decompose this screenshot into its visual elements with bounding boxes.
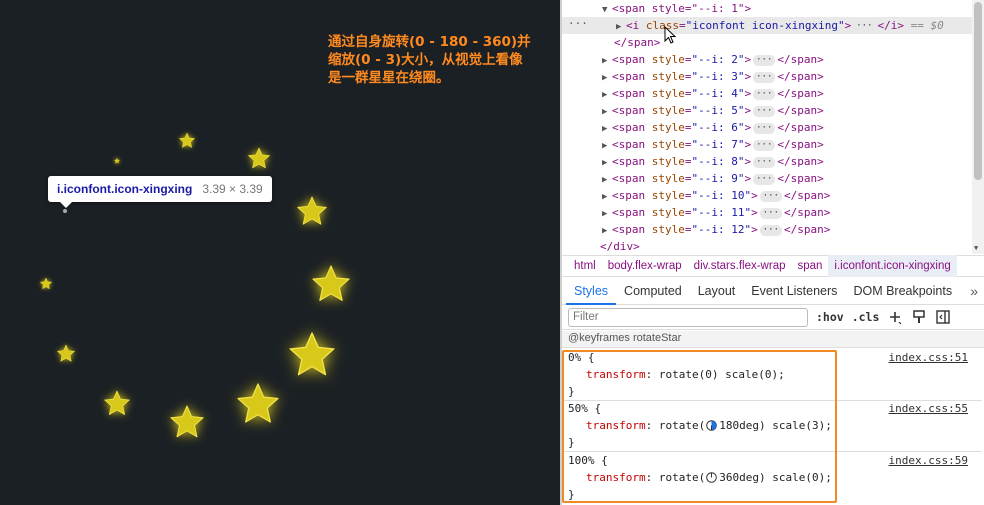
star-icon — [237, 383, 279, 426]
dom-node-span-close[interactable]: </span> — [562, 34, 972, 51]
dom-node-div-close[interactable]: </div> — [562, 238, 972, 254]
div-close-tag: </div> — [600, 240, 640, 253]
span-style-value: --i: 11 — [698, 206, 745, 219]
element-tooltip: i.iconfont.icon-xingxing 3.39 × 3.39 — [48, 176, 272, 208]
dom-node-i-selected[interactable]: ▶ <i class="iconfont icon-xingxing"> ··· </… — [562, 17, 972, 34]
star-icon — [179, 132, 195, 149]
dom-node-span-sibling[interactable]: ▶ <span style="--i: 6"> ··· </span> — [562, 119, 972, 136]
ellipsis-icon[interactable]: ··· — [759, 224, 782, 236]
mouse-cursor-icon — [664, 26, 677, 44]
breadcrumb-div-stars[interactable]: div.stars.flex-wrap — [688, 255, 792, 277]
ellipsis-icon[interactable]: ··· — [759, 207, 782, 219]
span-style-value: --i: 2 — [698, 53, 738, 66]
class-value: "iconfont icon-xingxing" — [685, 19, 845, 32]
paint-brush-icon[interactable] — [911, 309, 927, 325]
span-style-value: --i: 8 — [698, 155, 738, 168]
more-tabs-icon[interactable]: » — [970, 283, 978, 299]
breadcrumb: html body.flex-wrap div.stars.flex-wrap … — [562, 255, 984, 277]
ellipsis-icon[interactable]: ··· — [753, 139, 776, 151]
ellipsis-icon[interactable]: ··· — [753, 54, 776, 66]
more-options-icon[interactable]: ··· — [568, 17, 588, 30]
dom-node-span-sibling[interactable]: ▶ <span style="--i: 12"> ··· </span> — [562, 221, 972, 238]
dom-node-span-sibling[interactable]: ▶ <span style="--i: 10"> ··· </span> — [562, 187, 972, 204]
toggle-sidebar-icon[interactable] — [935, 309, 951, 325]
ellipsis-icon[interactable]: ··· — [759, 190, 782, 202]
span-style-value: --i: 10 — [698, 189, 745, 202]
span-style-value: --i: 6 — [698, 121, 738, 134]
highlight-box — [562, 350, 837, 503]
star-icon — [170, 405, 204, 440]
dom-node-span-sibling[interactable]: ▶ <span style="--i: 8"> ··· </span> — [562, 153, 972, 170]
i-close-tag: </i> — [877, 19, 904, 32]
ellipsis-icon[interactable]: ··· — [753, 173, 776, 185]
scrollbar-thumb[interactable] — [974, 2, 982, 180]
cls-button[interactable]: .cls — [852, 310, 880, 324]
span-style-value: --i: 5 — [698, 104, 738, 117]
star-icon — [114, 157, 120, 164]
star-icon — [312, 265, 350, 304]
ellipsis-icon[interactable]: ··· — [753, 122, 776, 134]
dom-node-span-sibling[interactable]: ▶ <span style="--i: 2"> ··· </span> — [562, 51, 972, 68]
ellipsis-icon[interactable]: ··· — [853, 20, 876, 32]
breadcrumb-i-selected[interactable]: i.iconfont.icon-xingxing — [828, 255, 957, 277]
highlighted-element — [63, 209, 67, 213]
annotation-line-2: 缩放(0 - 3)大小，从视觉上看像 — [328, 52, 523, 68]
selected-marker: == $0 — [910, 19, 944, 32]
dom-node-span-sibling[interactable]: ▶ <span style="--i: 9"> ··· </span> — [562, 170, 972, 187]
scroll-down-icon[interactable]: ▼ — [974, 244, 978, 252]
source-link[interactable]: index.css:51 — [889, 349, 968, 366]
ellipsis-icon[interactable]: ··· — [753, 105, 776, 117]
tab-computed[interactable]: Computed — [616, 278, 690, 305]
star-icon — [40, 277, 52, 290]
filter-bar: :hov .cls — [562, 305, 984, 330]
animation-preview: 通过自身旋转(0 - 180 - 360)并 缩放(0 - 3)大小，从视觉上看… — [0, 0, 560, 505]
tab-event-listeners[interactable]: Event Listeners — [743, 278, 845, 305]
source-link[interactable]: index.css:59 — [889, 452, 968, 469]
star-icon — [289, 332, 335, 379]
dom-node-span-1[interactable]: ▼ <span style="--i: 1"> — [562, 0, 972, 17]
keyframes-header: @keyframes rotateStar — [562, 331, 984, 348]
span-style-value: --i: 12 — [698, 223, 745, 236]
filter-input[interactable] — [568, 307, 808, 327]
dom-node-span-sibling[interactable]: ▶ <span style="--i: 4"> ··· </span> — [562, 85, 972, 102]
star-icon — [57, 344, 75, 363]
ellipsis-icon[interactable]: ··· — [753, 88, 776, 100]
dom-node-span-sibling[interactable]: ▶ <span style="--i: 7"> ··· </span> — [562, 136, 972, 153]
dom-tree[interactable]: ▼ <span style="--i: 1"> ▶ <i class="iconfo… — [562, 0, 972, 254]
sidebar-tabs: Styles Computed Layout Event Listeners D… — [562, 278, 984, 305]
span-close-tag: </span> — [614, 36, 661, 49]
star-icon — [248, 147, 270, 170]
dom-scrollbar[interactable]: ▼ — [972, 0, 984, 254]
span-open-tag: <span style="--i: 1"> — [612, 2, 752, 15]
span-style-value: --i: 4 — [698, 87, 738, 100]
i-open-tag: <i — [626, 19, 640, 32]
tooltip-selector: i.iconfont.icon-xingxing — [57, 182, 193, 196]
annotation-line-3: 是一群星星在绕圈。 — [328, 70, 450, 86]
star-icon — [297, 196, 327, 227]
tab-styles[interactable]: Styles — [566, 278, 617, 305]
annotation-line-1: 通过自身旋转(0 - 180 - 360)并 — [328, 34, 531, 50]
tab-layout[interactable]: Layout — [690, 278, 744, 305]
ellipsis-icon[interactable]: ··· — [753, 156, 776, 168]
breadcrumb-html[interactable]: html — [568, 255, 602, 277]
hov-button[interactable]: :hov — [816, 310, 844, 324]
breadcrumb-body[interactable]: body.flex-wrap — [602, 255, 688, 277]
span-style-value: --i: 9 — [698, 172, 738, 185]
dom-node-span-sibling[interactable]: ▶ <span style="--i: 11"> ··· </span> — [562, 204, 972, 221]
source-link[interactable]: index.css:55 — [889, 400, 968, 417]
annotation-text: 通过自身旋转(0 - 180 - 360)并 缩放(0 - 3)大小，从视觉上看… — [328, 33, 554, 87]
tab-dom-breakpoints[interactable]: DOM Breakpoints — [845, 278, 960, 305]
ellipsis-icon[interactable]: ··· — [753, 71, 776, 83]
new-rule-icon[interactable] — [887, 309, 903, 325]
span-style-value: --i: 3 — [698, 70, 738, 83]
dom-node-span-sibling[interactable]: ▶ <span style="--i: 5"> ··· </span> — [562, 102, 972, 119]
span-style-value: --i: 7 — [698, 138, 738, 151]
dom-node-span-sibling[interactable]: ▶ <span style="--i: 3"> ··· </span> — [562, 68, 972, 85]
star-icon — [104, 390, 130, 417]
breadcrumb-span[interactable]: span — [791, 255, 828, 277]
tooltip-dimensions: 3.39 × 3.39 — [202, 182, 263, 196]
